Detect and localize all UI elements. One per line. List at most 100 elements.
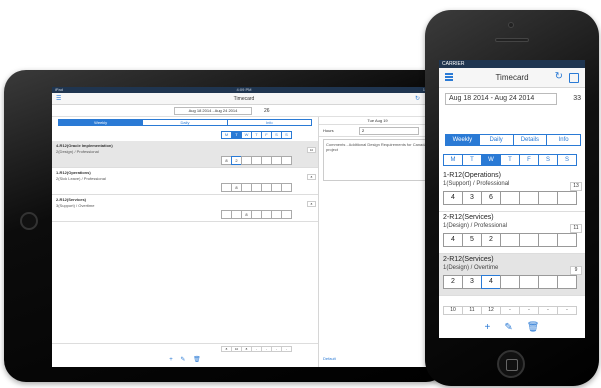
grid-footer: 8 10 8 - - - - + ✎ 🗑 [52, 343, 318, 367]
hour-cell[interactable] [500, 275, 520, 289]
ipad-device: iPad 4:09 PM 100% ☰ Timecard ↻ Aug 18 20… [4, 70, 448, 382]
day-sum: 11 [462, 306, 482, 315]
hour-cell[interactable]: 2 [443, 275, 463, 289]
hour-cell[interactable]: 3 [462, 275, 482, 289]
action-bar: + ✎ 🗑 [439, 320, 585, 336]
table-row[interactable]: 2-R12(Services) 3(Support) / Overtime 8 … [52, 195, 318, 222]
trash-icon[interactable]: 🗑 [527, 320, 540, 336]
task-detail: 1(Design) / Overtime [443, 265, 499, 271]
hour-cell[interactable] [500, 191, 520, 205]
task-name: 1-R12(Operations) [443, 172, 501, 179]
day-sun[interactable]: S [281, 131, 292, 139]
comment-field[interactable]: Comments - Additional Design Requirement… [323, 139, 432, 181]
timecard-grid: Weekly Daily Info M T W T F S S 4-R12(Or… [52, 117, 318, 367]
hour-cell[interactable]: 4 [481, 275, 501, 289]
hour-cell[interactable] [519, 233, 539, 247]
trash-icon[interactable]: 🗑 [193, 357, 201, 363]
hour-cell[interactable] [557, 233, 577, 247]
hour-cell[interactable]: 4 [443, 191, 463, 205]
day-sum: - [500, 306, 520, 315]
hours-input[interactable]: 2 [359, 127, 419, 135]
hour-cell[interactable] [538, 275, 558, 289]
pencil-icon[interactable]: ✎ [504, 320, 512, 336]
table-row[interactable]: 2-R12(Services) 1(Design) / Professional… [439, 212, 585, 254]
task-total: 11 [570, 224, 582, 233]
day-sum: 12 [481, 306, 501, 315]
task-total: 9 [570, 266, 582, 275]
tab-details[interactable]: Details [514, 135, 548, 145]
day-sat[interactable]: S [538, 154, 558, 166]
task-detail: 2(Design) / Professional [56, 149, 99, 154]
iphone-status-bar: CARRIER [439, 60, 585, 68]
save-icon[interactable] [569, 73, 579, 83]
table-row[interactable]: 1-R12(Operations) 1(Support) / Professio… [439, 170, 585, 212]
plus-icon[interactable]: + [169, 357, 173, 363]
table-row[interactable]: 1-R12(Operations) 2(Sick Leave) / Profes… [52, 168, 318, 195]
status-carrier: CARRIER [442, 61, 465, 67]
hour-cells: 2 3 4 [443, 275, 577, 289]
tab-info[interactable]: Info [547, 135, 580, 145]
entry-detail-panel: Tue Aug 19 Hours 2 ⊗ Comments - Addition… [318, 117, 436, 367]
refresh-icon[interactable]: ↻ [555, 71, 563, 82]
daily-sums: 8 10 8 - - - - [221, 346, 292, 352]
day-fri[interactable]: F [519, 154, 539, 166]
task-total: 13 [570, 182, 582, 191]
task-detail: 1(Support) / Professional [443, 181, 510, 187]
day-sum: - [281, 346, 292, 352]
table-row[interactable]: 2-R12(Services) 1(Design) / Overtime 9 2… [439, 254, 585, 296]
hour-cell[interactable]: 2 [481, 233, 501, 247]
hour-cell[interactable] [557, 275, 577, 289]
daily-sums: 10 11 12 - - - - [443, 306, 577, 315]
hour-cell[interactable] [500, 233, 520, 247]
day-sum: - [519, 306, 539, 315]
hour-cell[interactable] [281, 156, 292, 165]
tab-daily[interactable]: Daily [143, 120, 228, 125]
date-range-field[interactable]: Aug 18 2014 - Aug 24 2014 [174, 107, 252, 115]
hour-cell[interactable] [281, 210, 292, 219]
comment-text: Comments - Additional Design Requirement… [326, 142, 427, 152]
day-selector: M T W T F S S [443, 154, 577, 166]
hour-cell[interactable] [557, 191, 577, 205]
day-mon[interactable]: M [443, 154, 463, 166]
day-tue[interactable]: T [462, 154, 482, 166]
day-sun[interactable]: S [557, 154, 577, 166]
hour-cell[interactable]: 6 [481, 191, 501, 205]
day-wed[interactable]: W [481, 154, 501, 166]
task-name: 2-R12(Services) [56, 197, 87, 202]
tab-weekly[interactable]: Weekly [446, 135, 480, 145]
day-thu[interactable]: T [500, 154, 520, 166]
tab-daily[interactable]: Daily [480, 135, 514, 145]
task-name: 2-R12(Services) [443, 256, 494, 263]
hour-cells: 8 [221, 183, 292, 192]
task-detail: 3(Support) / Overtime [56, 203, 95, 208]
speaker [495, 38, 529, 42]
iphone-date-bar: Aug 18 2014 - Aug 24 2014 33 [439, 88, 585, 108]
hour-cell[interactable]: 5 [462, 233, 482, 247]
hour-cell[interactable]: 3 [462, 191, 482, 205]
refresh-icon[interactable]: ↻ [415, 95, 420, 102]
page-title: Timecard [495, 73, 529, 82]
table-row[interactable]: 4-R12(Oracle Implementation) 2(Design) /… [52, 141, 318, 168]
default-button[interactable]: Default [323, 356, 336, 361]
action-bar: + ✎ 🗑 [52, 356, 318, 363]
hour-cell[interactable] [538, 191, 558, 205]
tab-info[interactable]: Info [228, 120, 311, 125]
task-detail: 1(Design) / Professional [443, 223, 508, 229]
pencil-icon[interactable]: ✎ [180, 357, 185, 363]
day-selector: M T W T F S S [221, 131, 292, 139]
tab-weekly[interactable]: Weekly [59, 120, 144, 125]
week-total: 26 [264, 108, 270, 114]
task-name: 4-R12(Oracle Implementation) [56, 143, 113, 148]
iphone-device: CARRIER Timecard ↻ Aug 18 2014 - Aug 24 … [425, 10, 599, 386]
hour-cell[interactable] [538, 233, 558, 247]
task-total: 8 [307, 201, 316, 207]
iphone-home-button [497, 350, 525, 378]
hour-cell[interactable]: 4 [443, 233, 463, 247]
hour-cell[interactable] [519, 275, 539, 289]
detail-date: Tue Aug 19 [319, 117, 436, 125]
plus-icon[interactable]: + [485, 320, 491, 336]
hour-cell[interactable] [281, 183, 292, 192]
date-range-field[interactable]: Aug 18 2014 - Aug 24 2014 [445, 93, 557, 105]
hour-cell[interactable] [519, 191, 539, 205]
task-detail: 2(Sick Leave) / Professional [56, 176, 106, 181]
